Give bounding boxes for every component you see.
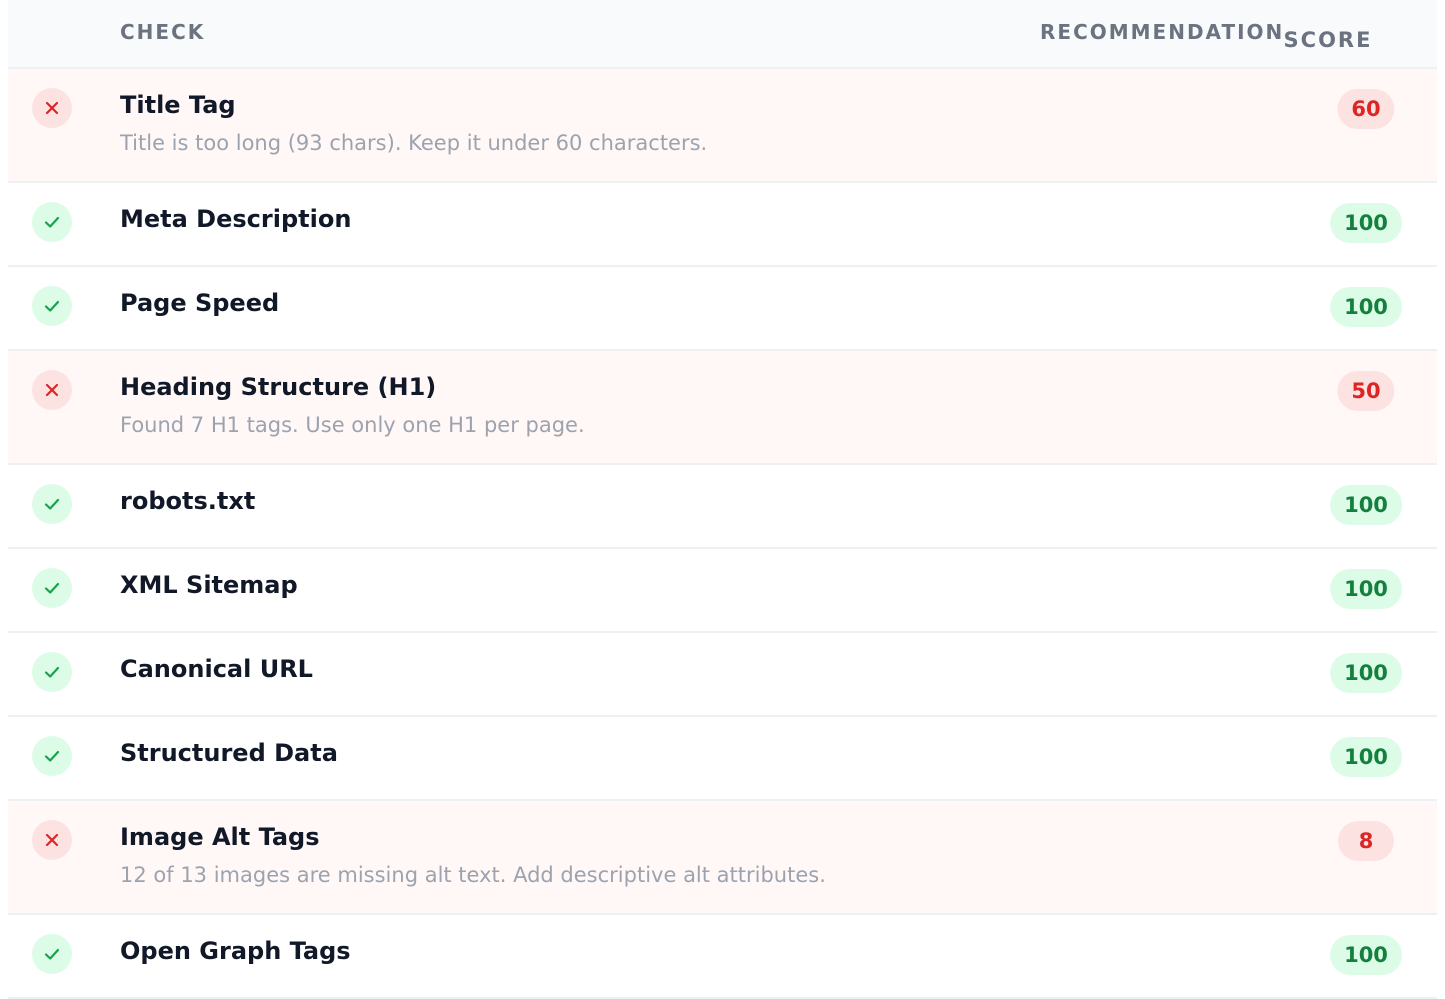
check-icon bbox=[32, 202, 72, 242]
table-row[interactable]: Heading Structure (H1) Found 7 H1 tags. U… bbox=[8, 351, 1437, 465]
score-badge: 100 bbox=[1330, 569, 1402, 609]
check-icon bbox=[32, 736, 72, 776]
check-icon bbox=[32, 568, 72, 608]
table-row[interactable]: Page Speed 100 bbox=[8, 267, 1437, 351]
table-row[interactable]: Canonical URL 100 bbox=[8, 633, 1437, 717]
table-row[interactable]: Open Graph Tags 100 bbox=[8, 915, 1437, 999]
check-name: Title Tag bbox=[120, 91, 236, 119]
table-row[interactable]: Image Alt Tags 12 of 13 images are missin… bbox=[8, 801, 1437, 915]
check-icon bbox=[32, 934, 72, 974]
check-recommendation: Found 7 H1 tags. Use only one H1 per pag… bbox=[120, 413, 585, 437]
check-name: Page Speed bbox=[120, 289, 280, 317]
check-icon bbox=[32, 652, 72, 692]
table-row[interactable]: Title Tag Title is too long (93 chars). K… bbox=[8, 69, 1437, 183]
score-badge: 100 bbox=[1330, 287, 1402, 327]
check-icon bbox=[32, 286, 72, 326]
table-row[interactable]: robots.txt 100 bbox=[8, 465, 1437, 549]
score-badge: 8 bbox=[1338, 821, 1394, 861]
check-recommendation: Title is too long (93 chars). Keep it un… bbox=[120, 131, 708, 155]
score-badge: 100 bbox=[1330, 737, 1402, 777]
x-icon bbox=[32, 88, 72, 128]
table-row[interactable]: Structured Data 100 bbox=[8, 717, 1437, 801]
table-row[interactable]: Meta Description 100 bbox=[8, 183, 1437, 267]
score-badge: 60 bbox=[1337, 89, 1395, 129]
check-name: robots.txt bbox=[120, 487, 256, 515]
x-icon bbox=[32, 820, 72, 860]
seo-checks-table: CHECK RECOMMENDATION SCORE Title Tag Titl… bbox=[8, 0, 1437, 999]
score-badge: 100 bbox=[1330, 653, 1402, 693]
x-icon bbox=[32, 370, 72, 410]
score-badge: 100 bbox=[1330, 485, 1402, 525]
table-row[interactable]: XML Sitemap 100 bbox=[8, 549, 1437, 633]
check-name: Structured Data bbox=[120, 739, 338, 767]
check-name: Open Graph Tags bbox=[120, 937, 351, 965]
column-header-score[interactable]: SCORE bbox=[1270, 20, 1387, 60]
check-name: Canonical URL bbox=[120, 655, 313, 683]
check-name: Image Alt Tags bbox=[120, 823, 320, 851]
table-body: Title Tag Title is too long (93 chars). K… bbox=[8, 69, 1437, 999]
score-badge: 100 bbox=[1330, 935, 1402, 975]
score-badge: 100 bbox=[1330, 203, 1402, 243]
check-icon bbox=[32, 484, 72, 524]
check-recommendation: 12 of 13 images are missing alt text. Ad… bbox=[120, 863, 826, 887]
column-header-recommendation[interactable]: RECOMMENDATION bbox=[1040, 20, 1284, 44]
table-header: CHECK RECOMMENDATION SCORE bbox=[8, 0, 1437, 69]
column-header-check[interactable]: CHECK bbox=[120, 20, 205, 44]
score-badge: 50 bbox=[1337, 371, 1395, 411]
check-name: Heading Structure (H1) bbox=[120, 373, 437, 401]
check-name: XML Sitemap bbox=[120, 571, 298, 599]
check-name: Meta Description bbox=[120, 205, 352, 233]
